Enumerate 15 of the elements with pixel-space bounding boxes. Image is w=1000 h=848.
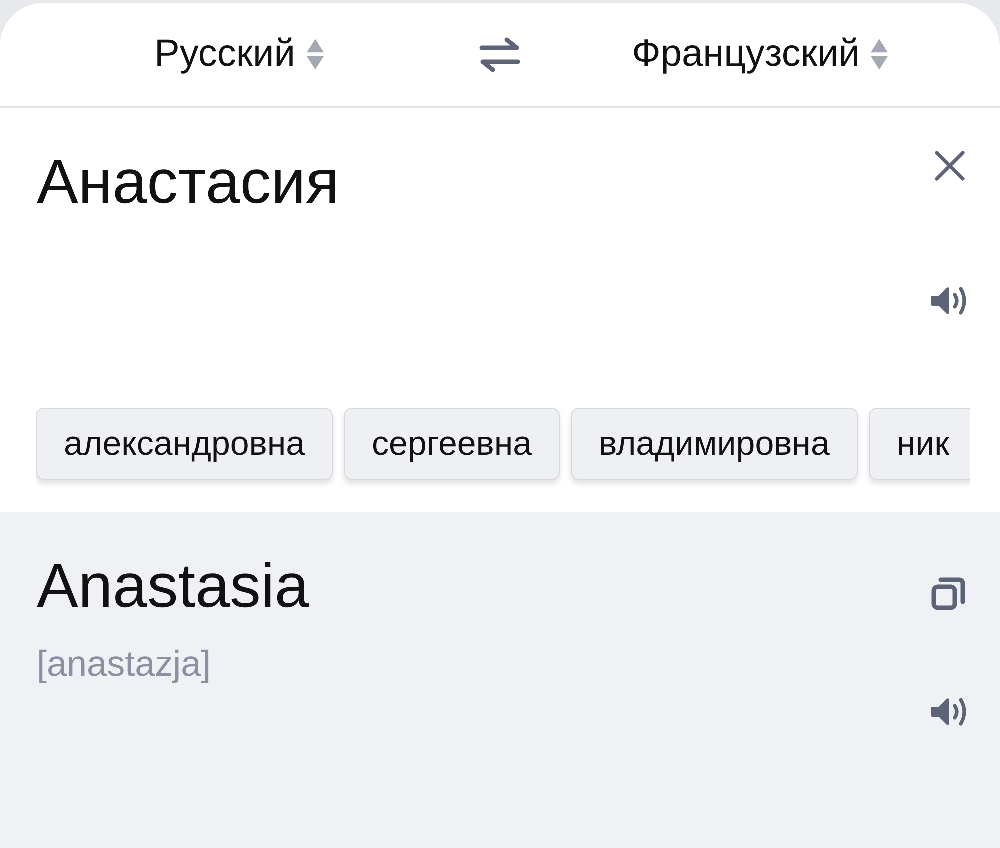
- suggestion-chip[interactable]: ник: [868, 408, 970, 480]
- suggestion-chip[interactable]: сергеевна: [344, 408, 560, 480]
- transcription-text: [anastazja]: [37, 642, 212, 686]
- translation-text: Anastasia: [37, 551, 310, 623]
- up-down-caret-icon: [306, 38, 324, 71]
- clear-button[interactable]: [934, 150, 966, 182]
- target-language-button[interactable]: Французский: [632, 33, 889, 76]
- up-down-caret-icon: [870, 38, 889, 71]
- swap-button[interactable]: [479, 36, 521, 72]
- close-icon: [934, 150, 966, 182]
- copy-icon: [931, 576, 967, 612]
- suggestion-chip[interactable]: александровна: [36, 408, 334, 480]
- suggestion-chip[interactable]: владимировна: [571, 408, 858, 480]
- source-language-button[interactable]: Русский: [154, 33, 324, 76]
- copy-button[interactable]: [931, 576, 967, 612]
